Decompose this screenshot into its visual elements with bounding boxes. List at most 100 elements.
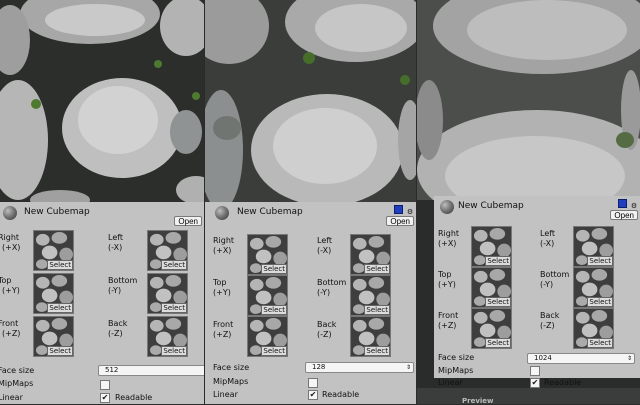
open-button[interactable]: Open [610, 210, 638, 220]
select-button[interactable]: Select [47, 303, 73, 313]
texture-slot-top[interactable]: Select [471, 267, 512, 308]
texture-preview-2 [205, 0, 416, 202]
texture-slot-back[interactable]: Select [573, 308, 614, 349]
checkmark-icon: ✔ [101, 393, 109, 402]
inspector-header: New Cubemap Open [0, 202, 204, 226]
linear-checkbox[interactable]: ✔ [308, 390, 318, 400]
header-icons: ⚙ [615, 199, 638, 210]
texture-slot-bottom[interactable]: Select [147, 273, 188, 314]
book-icon[interactable] [618, 199, 627, 208]
gear-icon[interactable]: ⚙ [630, 202, 638, 210]
select-button[interactable]: Select [261, 346, 287, 356]
face-size-dropdown[interactable]: 128 ⇕ [305, 362, 414, 373]
face-axis-left: (-X) [317, 246, 332, 255]
select-button[interactable]: Select [161, 260, 187, 270]
mipmaps-label: MipMaps [213, 377, 249, 386]
cubemap-inspector-3: New Cubemap ⚙ Open Right (+X) Select Lef… [434, 196, 640, 388]
select-button[interactable]: Select [161, 303, 187, 313]
chevron-down-icon: ⇕ [626, 355, 632, 362]
face-size-label: Face size [213, 363, 250, 372]
face-axis-back: (-Z) [540, 321, 555, 330]
texture-slot-front[interactable]: Select [471, 308, 512, 349]
inspector-header: New Cubemap ⚙ Open [205, 202, 416, 226]
inspector-header: New Cubemap ⚙ Open [434, 196, 640, 220]
linear-checkbox[interactable]: ✔ [530, 378, 540, 388]
texture-slot-front[interactable]: Select [33, 316, 74, 357]
cubemap-inspector-2: New Cubemap ⚙ Open Right (+X) Select Lef… [205, 202, 416, 404]
face-axis-right: (+X) [438, 239, 457, 248]
texture-preview-1 [0, 0, 204, 202]
texture-slot-bottom[interactable]: Select [573, 267, 614, 308]
face-axis-right: (+X) [213, 246, 232, 255]
texture-slot-bottom[interactable]: Select [350, 275, 391, 316]
texture-slot-right[interactable]: Select [247, 234, 288, 275]
select-button[interactable]: Select [587, 256, 613, 266]
panel-column-2: New Cubemap ⚙ Open Right (+X) Select Lef… [205, 0, 416, 404]
face-axis-left: (-X) [108, 243, 123, 252]
texture-slot-top[interactable]: Select [247, 275, 288, 316]
face-axis-right: (+X) [2, 243, 21, 252]
linear-label: Linear [0, 393, 23, 402]
texture-slot-left[interactable]: Select [573, 226, 614, 267]
texture-slot-right[interactable]: Select [471, 226, 512, 267]
select-button[interactable]: Select [161, 346, 187, 356]
select-button[interactable]: Select [587, 297, 613, 307]
face-axis-front: (+Z) [2, 329, 21, 338]
select-button[interactable]: Select [364, 305, 390, 315]
face-axis-top: (+Y) [438, 280, 456, 289]
header-icons: ⚙ [391, 205, 414, 216]
face-size-label: Face size [438, 353, 475, 362]
sphere-icon [215, 206, 229, 220]
gear-icon[interactable]: ⚙ [406, 208, 414, 216]
mipmaps-checkbox[interactable] [308, 378, 318, 388]
select-button[interactable]: Select [261, 305, 287, 315]
linear-checkbox[interactable]: ✔ [100, 393, 110, 403]
select-button[interactable]: Select [587, 338, 613, 348]
face-axis-top: (+Y) [213, 288, 231, 297]
face-size-value: 128 [312, 363, 326, 371]
sphere-icon [3, 206, 17, 220]
select-button[interactable]: Select [485, 338, 511, 348]
select-button[interactable]: Select [364, 264, 390, 274]
face-size-value: 1024 [534, 354, 552, 362]
texture-slot-back[interactable]: Select [350, 316, 391, 357]
book-icon[interactable] [394, 205, 403, 214]
mipmaps-label: MipMaps [438, 366, 474, 375]
select-button[interactable]: Select [485, 297, 511, 307]
texture-slot-back[interactable]: Select [147, 316, 188, 357]
face-axis-bottom: (-Y) [540, 280, 554, 289]
mipmaps-checkbox[interactable] [530, 366, 540, 376]
mipmaps-checkbox[interactable] [100, 380, 110, 390]
face-axis-back: (-Z) [108, 329, 123, 338]
asset-title: New Cubemap [458, 201, 524, 211]
cobblestone-texture-3 [417, 0, 640, 200]
linear-label: Linear [438, 378, 463, 387]
texture-slot-left[interactable]: Select [147, 230, 188, 271]
texture-slot-front[interactable]: Select [247, 316, 288, 357]
face-axis-left: (-X) [540, 239, 555, 248]
select-button[interactable]: Select [485, 256, 511, 266]
select-button[interactable]: Select [261, 264, 287, 274]
asset-title: New Cubemap [237, 207, 303, 217]
face-axis-front: (+Z) [438, 321, 457, 330]
select-button[interactable]: Select [47, 260, 73, 270]
face-axis-bottom: (-Y) [317, 288, 331, 297]
face-axis-back: (-Z) [317, 330, 332, 339]
asset-title: New Cubemap [24, 207, 90, 217]
checkmark-icon: ✔ [531, 378, 539, 387]
open-button[interactable]: Open [386, 216, 414, 226]
texture-slot-top[interactable]: Select [33, 273, 74, 314]
texture-slot-left[interactable]: Select [350, 234, 391, 275]
readable-label: Readable [115, 393, 153, 402]
select-button[interactable]: Select [364, 346, 390, 356]
open-button[interactable]: Open [174, 216, 202, 226]
cubemap-inspector-1: New Cubemap Open Right (+X) Select Left … [0, 202, 204, 404]
face-axis-bottom: (-Y) [108, 286, 122, 295]
texture-slot-right[interactable]: Select [33, 230, 74, 271]
select-button[interactable]: Select [47, 346, 73, 356]
face-size-dropdown[interactable]: 1024 ⇕ [527, 353, 635, 364]
panel-column-1: New Cubemap Open Right (+X) Select Left … [0, 0, 204, 404]
chevron-down-icon: ⇕ [405, 364, 411, 371]
cobblestone-texture-1 [0, 0, 204, 202]
face-size-dropdown[interactable]: 512 [98, 365, 204, 376]
